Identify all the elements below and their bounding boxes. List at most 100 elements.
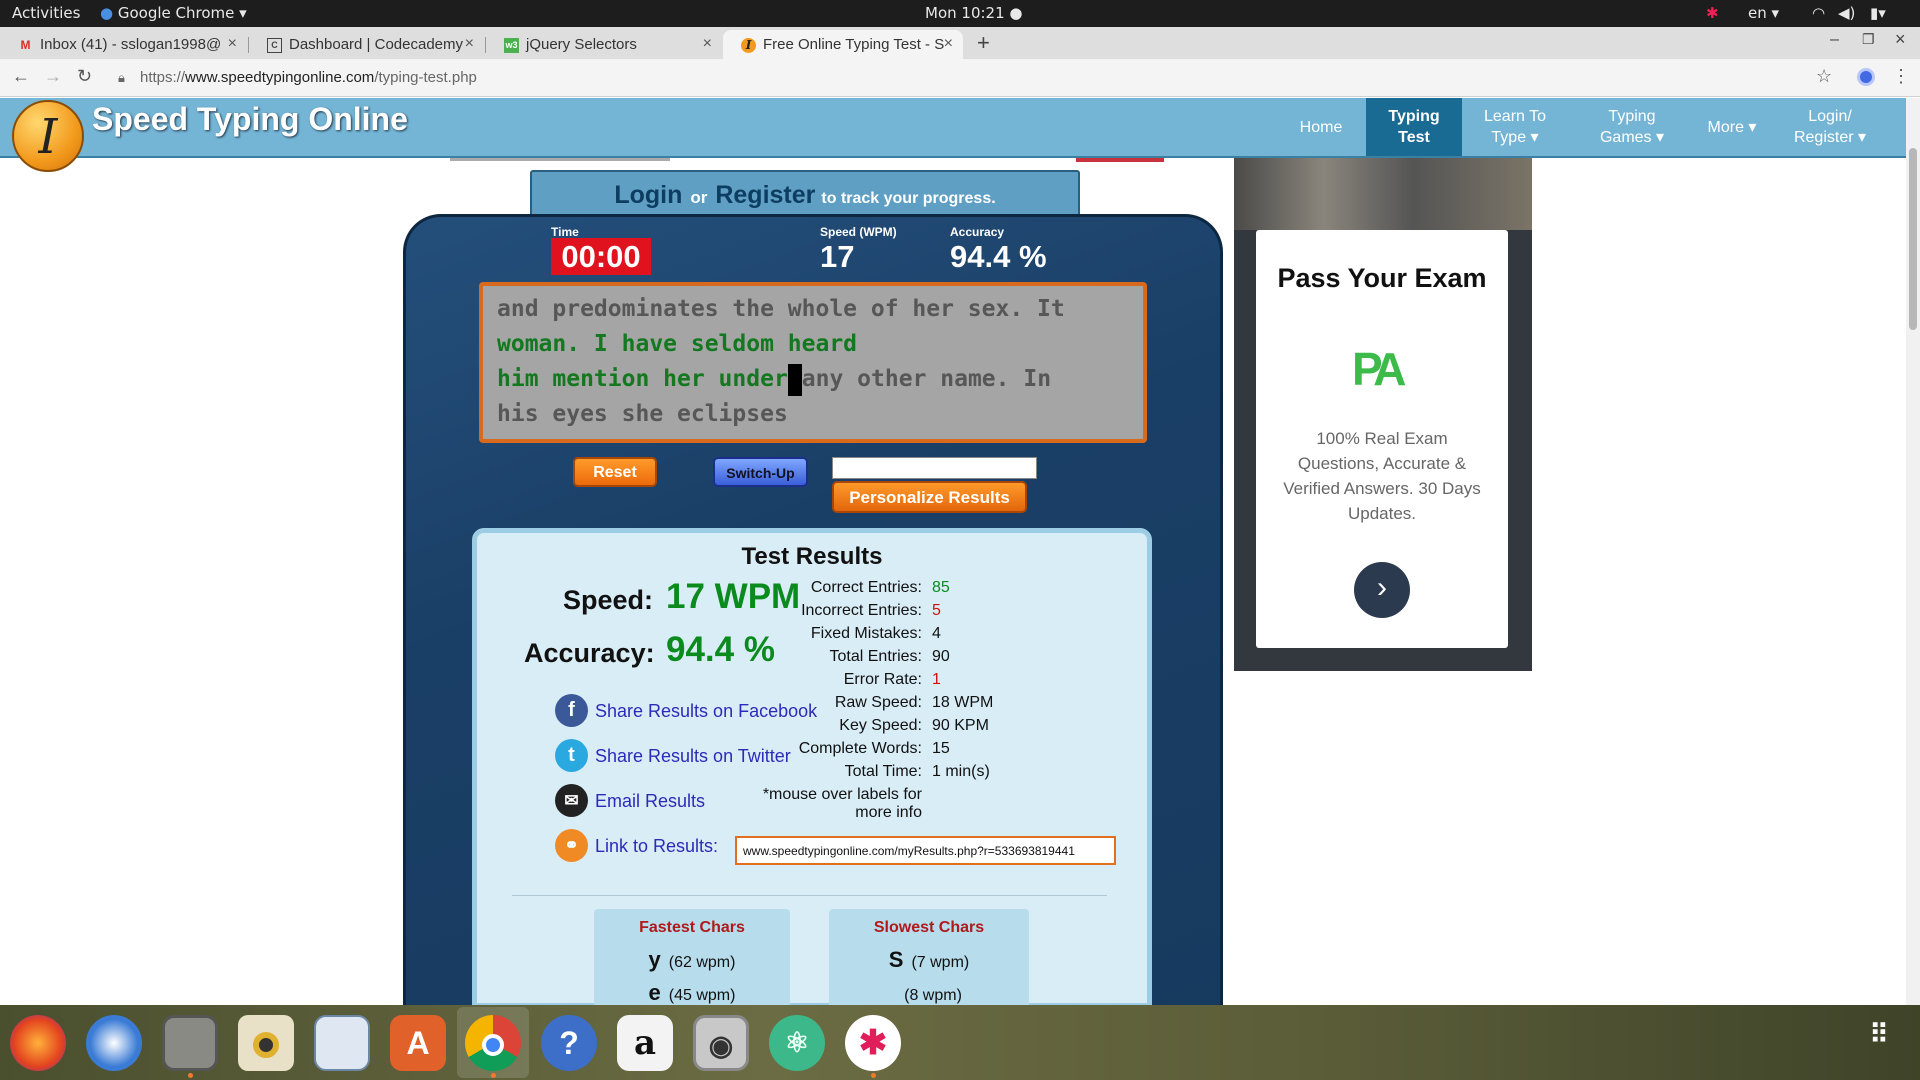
close-window-icon[interactable]: ×	[1895, 29, 1906, 50]
login-link[interactable]: Login	[614, 181, 682, 209]
accuracy-result-value: 94.4 %	[666, 630, 775, 669]
site-logo[interactable]: I	[12, 100, 84, 172]
tab-typing-test[interactable]: I Free Online Typing Test - S ×	[723, 30, 963, 59]
chrome-icon[interactable]	[465, 1015, 521, 1071]
accuracy-result-label: Accuracy:	[524, 638, 655, 668]
nav-typing-games[interactable]: Typing Games ▾	[1592, 98, 1672, 156]
document-viewer-icon[interactable]	[314, 1015, 370, 1071]
nav-learn-to-type[interactable]: Learn To Type ▾	[1474, 98, 1556, 156]
close-tab-icon[interactable]: ×	[703, 35, 712, 53]
ad-text: 100% Real Exam Questions, Accurate & Ver…	[1283, 429, 1481, 523]
chrome-menu-icon[interactable]: ⋮	[1892, 66, 1910, 87]
accuracy-value: 94.4 %	[950, 239, 1047, 274]
speedtyping-icon: I	[741, 38, 756, 53]
register-link[interactable]: Register	[715, 181, 815, 209]
back-arrow-icon[interactable]: ←	[12, 66, 30, 87]
close-tab-icon[interactable]: ×	[465, 35, 474, 53]
clock[interactable]: Mon 10:21 ●	[925, 4, 1022, 22]
speed-value: 17	[820, 239, 855, 274]
results-title: Test Results	[741, 543, 883, 570]
typing-cursor	[787, 363, 802, 396]
running-indicator	[188, 1073, 193, 1078]
language-indicator[interactable]: en ▾	[1748, 4, 1779, 22]
gmail-icon: M	[20, 38, 31, 52]
page-scrollbar-thumb[interactable]	[1909, 148, 1917, 330]
typing-text-area[interactable]: and predominates the whole of her sex. I…	[479, 282, 1147, 443]
slowest-char-row: (8 wpm)	[904, 987, 962, 1004]
new-tab-button[interactable]: +	[977, 30, 990, 56]
firefox-icon[interactable]	[10, 1015, 66, 1071]
nav-home[interactable]: Home	[1286, 98, 1356, 156]
running-indicator	[871, 1073, 876, 1078]
time-label: Time	[551, 225, 579, 239]
tab-codecademy[interactable]: C Dashboard | Codecademy ×	[249, 30, 484, 59]
share-twitter-link[interactable]: Share Results on Twitter	[595, 746, 791, 767]
nav-typing-test[interactable]: Typing Test	[1366, 98, 1462, 156]
slowest-char-row: S (7 wpm)	[888, 947, 970, 972]
show-applications-icon[interactable]: ⠿	[1852, 1015, 1908, 1071]
ad-next-button[interactable]: ›	[1354, 562, 1410, 618]
forward-arrow-icon[interactable]: →	[44, 66, 62, 87]
camera-icon[interactable]: ◉	[693, 1015, 749, 1071]
amazon-icon[interactable]: a	[617, 1015, 673, 1071]
chrome-app-menu[interactable]: ● Google Chrome ▾	[100, 4, 247, 22]
files-icon[interactable]	[162, 1015, 218, 1071]
nav-login-register[interactable]: Login/ Register ▾	[1786, 98, 1874, 156]
time-value: 00:00	[551, 238, 651, 275]
results-divider	[512, 895, 1107, 896]
ad-card[interactable]: Pass Your Exam PA 100% Real Exam Questio…	[1256, 230, 1508, 648]
wifi-icon[interactable]: ◠	[1812, 4, 1825, 22]
rhythmbox-icon[interactable]	[238, 1015, 294, 1071]
slack-tray-icon[interactable]: ✱	[1706, 4, 1719, 22]
system-top-bar: Activities ● Google Chrome ▾ Mon 10:21 ●…	[0, 0, 1920, 27]
minimize-window-icon[interactable]: –	[1830, 31, 1839, 49]
software-center-icon[interactable]: A	[390, 1015, 446, 1071]
ad-logo: PA	[1352, 343, 1406, 395]
ad-banner-image[interactable]	[1234, 158, 1532, 230]
chrome-small-icon: ●	[100, 4, 114, 22]
reset-button[interactable]: Reset	[573, 457, 657, 487]
battery-icon[interactable]: ▮▾	[1870, 4, 1886, 22]
ad-title: Pass Your Exam	[1277, 263, 1487, 293]
switch-up-button[interactable]: Switch-Up	[713, 457, 808, 487]
results-name-input[interactable]	[832, 457, 1037, 479]
extension-icon[interactable]	[1857, 68, 1875, 86]
twitter-icon[interactable]: t	[555, 739, 588, 772]
facebook-icon[interactable]: f	[555, 694, 588, 727]
email-results-link[interactable]: Email Results	[595, 791, 705, 812]
link-to-results-label: Link to Results:	[595, 836, 719, 856]
slack-icon[interactable]: ✱	[845, 1015, 901, 1071]
speed-result-label: Speed:	[563, 585, 654, 615]
results-link-field[interactable]: www.speedtypingonline.com/myResults.php?…	[735, 836, 1116, 865]
accuracy-label: Accuracy	[950, 225, 1005, 239]
thunderbird-icon[interactable]	[86, 1015, 142, 1071]
email-icon[interactable]: ✉	[555, 784, 588, 817]
tab-jquery-selectors[interactable]: w3 jQuery Selectors ×	[486, 30, 722, 59]
bookmark-star-icon[interactable]: ☆	[1816, 66, 1832, 87]
site-name[interactable]: Speed Typing Online	[92, 101, 408, 138]
tab-inbox[interactable]: M Inbox (41) - sslogan1998@ ×	[0, 30, 247, 59]
running-indicator	[491, 1073, 496, 1078]
personalize-results-button[interactable]: Personalize Results	[832, 481, 1027, 513]
link-icon[interactable]: ⚭	[555, 829, 588, 862]
atom-icon[interactable]: ⚛	[769, 1015, 825, 1071]
restore-window-icon[interactable]: ❐	[1862, 31, 1875, 48]
speed-label: Speed (WPM)	[820, 225, 897, 239]
close-tab-icon[interactable]: ×	[228, 35, 237, 53]
address-bar-row: ← → ↻ 🔒︎ https://www.speedtypingonline.c…	[0, 59, 1920, 97]
help-icon[interactable]: ?	[541, 1015, 597, 1071]
url-field[interactable]: https://www.speedtypingonline.com/typing…	[140, 69, 477, 86]
lock-icon[interactable]: 🔒︎	[118, 70, 125, 86]
test-results-box: Test Results Speed: 17 WPM Accuracy: 94.…	[472, 528, 1152, 1009]
reload-icon[interactable]: ↻	[77, 66, 92, 87]
share-facebook-link[interactable]: Share Results on Facebook	[595, 701, 817, 722]
codecademy-icon: C	[267, 38, 282, 53]
nav-more[interactable]: More ▾	[1700, 98, 1764, 156]
volume-icon[interactable]: ◀)	[1838, 4, 1855, 22]
slowest-chars-box: Slowest Chars S (7 wpm) (8 wpm)	[829, 909, 1029, 1009]
activities-button[interactable]: Activities	[12, 4, 80, 22]
fastest-char-row: y (62 wpm)	[648, 947, 736, 972]
close-tab-icon[interactable]: ×	[944, 35, 953, 53]
tab-strip: M Inbox (41) - sslogan1998@ × C Dashboar…	[0, 27, 1920, 59]
w3schools-icon: w3	[504, 38, 519, 53]
